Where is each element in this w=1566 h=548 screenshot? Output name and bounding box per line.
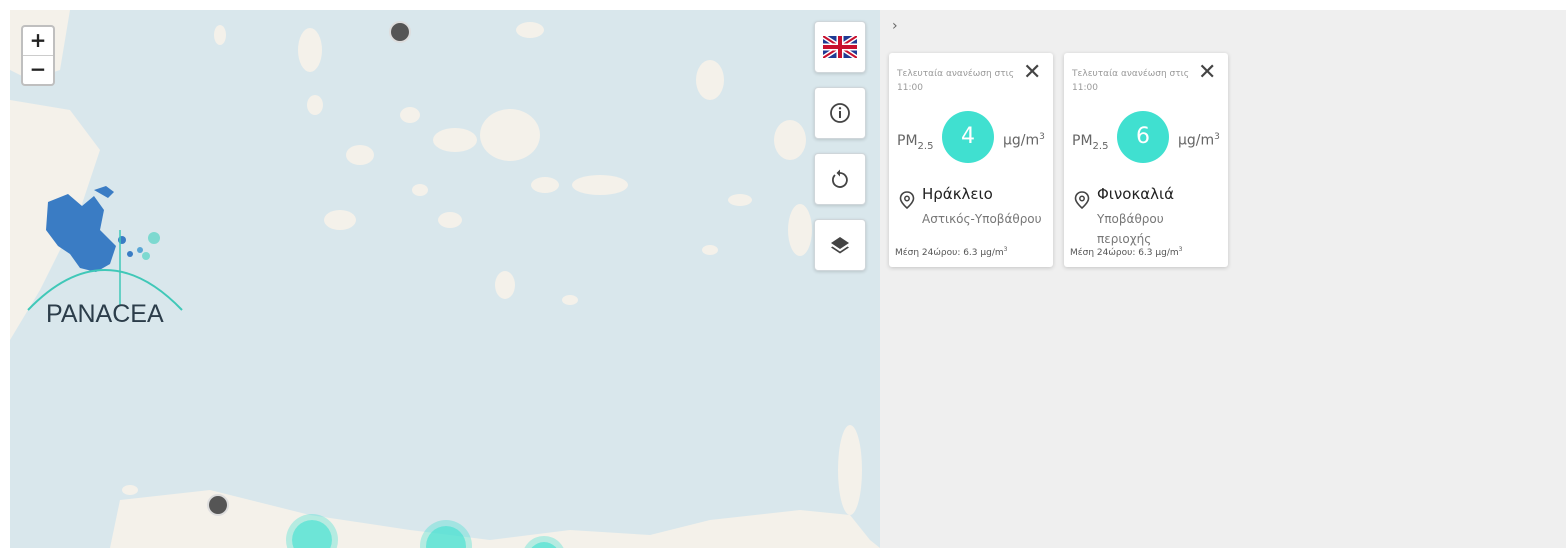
daily-average-text: Μέση 24ώρου: 6.3 μg/m3 xyxy=(1070,246,1183,258)
refresh-button[interactable] xyxy=(814,153,866,205)
last-update-text: Τελευταία ανανέωση στις 11:00 xyxy=(897,69,1014,93)
language-button[interactable] xyxy=(814,21,866,73)
pm-value-bubble: 6 xyxy=(1117,111,1169,163)
zoom-out-button[interactable]: − xyxy=(23,55,53,84)
station-name: Ηράκλειο xyxy=(922,185,993,203)
pm-unit: μg/m3 xyxy=(1178,132,1220,149)
map-land xyxy=(10,10,880,548)
zoom-control: + − xyxy=(21,25,55,86)
pm-unit: μg/m3 xyxy=(1003,132,1045,149)
station-card-finokalia: Τελευταία ανανέωση στις 11:00 ✕ PM2.5 6 … xyxy=(1064,53,1228,267)
station-name: Φινοκαλιά xyxy=(1097,185,1175,203)
info-button[interactable] xyxy=(814,87,866,139)
pm-value-bubble: 4 xyxy=(942,111,994,163)
station-type: Υποβάθρου περιοχής xyxy=(1097,212,1164,246)
station-marker-dark[interactable] xyxy=(207,494,229,516)
station-type: Αστικός-Υποβάθρου xyxy=(922,212,1042,226)
layers-icon xyxy=(831,237,849,254)
panacea-logo-text: PANACEA xyxy=(46,300,164,328)
location-pin-icon xyxy=(1074,191,1090,209)
station-card-heraklion: Τελευταία ανανέωση στις 11:00 ✕ PM2.5 4 … xyxy=(889,53,1053,267)
pm-label: PM2.5 xyxy=(897,133,934,152)
location-pin-icon xyxy=(899,191,915,209)
close-icon[interactable]: ✕ xyxy=(1023,61,1041,85)
pm-label: PM2.5 xyxy=(1072,133,1109,152)
info-icon xyxy=(830,103,850,123)
zoom-in-button[interactable]: + xyxy=(23,27,53,55)
layers-button[interactable] xyxy=(814,219,866,271)
panel-toggle-chevron-icon[interactable]: › xyxy=(892,18,898,34)
stations-panel: › Τελευταία ανανέωση στις 11:00 ✕ PM2.5 … xyxy=(880,10,1566,548)
map-view[interactable]: PANACEA + − xyxy=(10,10,880,548)
uk-flag-icon xyxy=(823,36,857,58)
close-icon[interactable]: ✕ xyxy=(1198,61,1216,85)
last-update-text: Τελευταία ανανέωση στις 11:00 xyxy=(1072,69,1189,93)
station-marker-dark[interactable] xyxy=(389,21,411,43)
daily-average-text: Μέση 24ώρου: 6.3 μg/m3 xyxy=(895,246,1008,258)
refresh-icon xyxy=(832,169,848,188)
